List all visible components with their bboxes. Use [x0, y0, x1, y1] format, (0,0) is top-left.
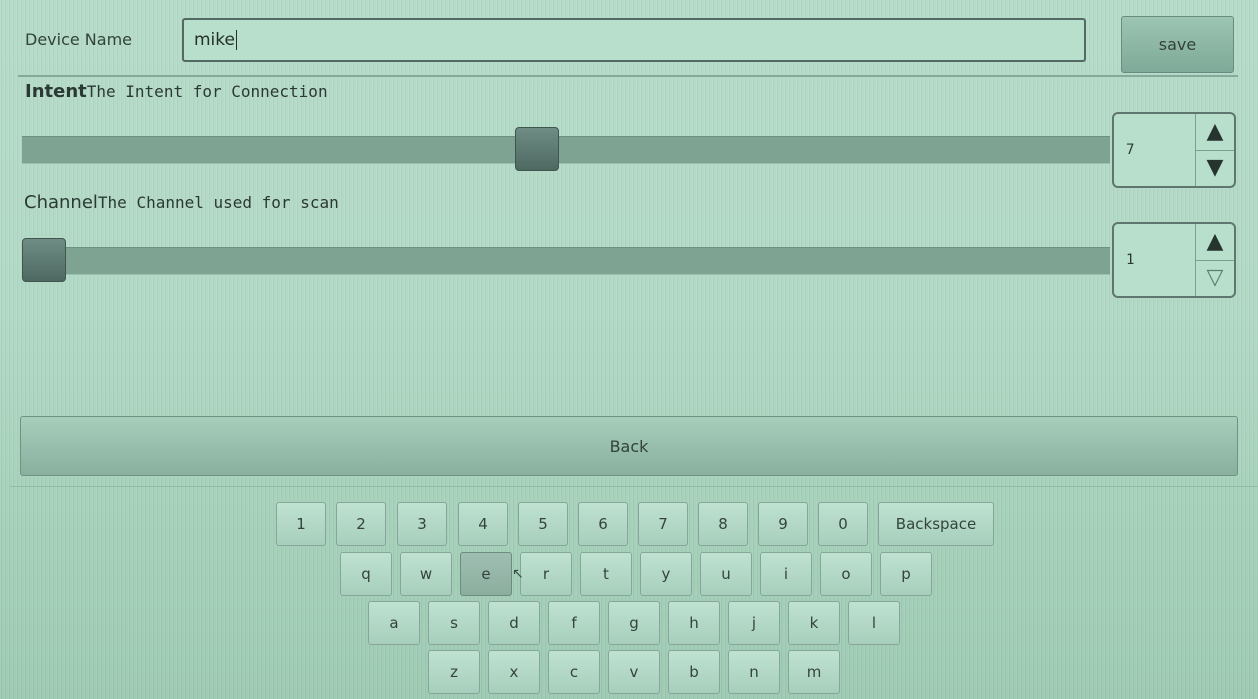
key-w[interactable]: w	[400, 552, 452, 596]
key-h[interactable]: h	[668, 601, 720, 645]
key-5[interactable]: 5	[518, 502, 568, 546]
channel-heading: ChannelThe Channel used for scan	[24, 192, 339, 213]
header-divider	[18, 75, 1238, 77]
intent-title: Intent	[25, 81, 87, 102]
device-name-input[interactable]: mike	[182, 18, 1086, 62]
key-x[interactable]: x	[488, 650, 540, 694]
channel-spinbox-value: 1	[1126, 252, 1135, 268]
key-p[interactable]: p	[880, 552, 932, 596]
intent-heading: IntentThe Intent for Connection	[25, 81, 328, 102]
key-m[interactable]: m	[788, 650, 840, 694]
key-r[interactable]: r	[520, 552, 572, 596]
channel-slider-thumb[interactable]	[22, 238, 66, 282]
key-k[interactable]: k	[788, 601, 840, 645]
channel-description: The Channel used for scan	[97, 193, 339, 212]
pointer-cursor-icon: ↖	[512, 566, 524, 582]
intent-slider-thumb[interactable]	[515, 127, 559, 171]
key-q[interactable]: q	[340, 552, 392, 596]
key-c[interactable]: c	[548, 650, 600, 694]
key-y[interactable]: y	[640, 552, 692, 596]
triangle-up-icon[interactable]: ▲	[1196, 224, 1234, 261]
key-a[interactable]: a	[368, 601, 420, 645]
key-9[interactable]: 9	[758, 502, 808, 546]
key-g[interactable]: g	[608, 601, 660, 645]
channel-spin-buttons: ▲ ▽	[1195, 224, 1234, 296]
keyboard-divider	[10, 486, 1258, 487]
screen: Device Name mike save IntentThe Intent f…	[0, 0, 1258, 699]
key-2[interactable]: 2	[336, 502, 386, 546]
channel-spinbox[interactable]: 1 ▲ ▽	[1112, 222, 1236, 298]
key-6[interactable]: 6	[578, 502, 628, 546]
key-v[interactable]: v	[608, 650, 660, 694]
key-n[interactable]: n	[728, 650, 780, 694]
key-e[interactable]: e	[460, 552, 512, 596]
intent-spin-buttons: ▲ ▼	[1195, 114, 1234, 186]
triangle-down-icon[interactable]: ▼	[1196, 150, 1234, 186]
back-button[interactable]: Back	[20, 416, 1238, 476]
key-d[interactable]: d	[488, 601, 540, 645]
key-1[interactable]: 1	[276, 502, 326, 546]
triangle-down-icon[interactable]: ▽	[1196, 260, 1234, 296]
key-o[interactable]: o	[820, 552, 872, 596]
key-b[interactable]: b	[668, 650, 720, 694]
key-z[interactable]: z	[428, 650, 480, 694]
key-s[interactable]: s	[428, 601, 480, 645]
intent-slider-track[interactable]	[22, 136, 1110, 164]
key-j[interactable]: j	[728, 601, 780, 645]
key-i[interactable]: i	[760, 552, 812, 596]
text-caret	[235, 30, 237, 50]
channel-slider-track[interactable]	[22, 247, 1110, 275]
channel-title: Channel	[24, 192, 98, 213]
key-7[interactable]: 7	[638, 502, 688, 546]
key-l[interactable]: l	[848, 601, 900, 645]
key-3[interactable]: 3	[397, 502, 447, 546]
intent-spinbox[interactable]: 7 ▲ ▼	[1112, 112, 1236, 188]
device-name-label: Device Name	[25, 30, 133, 49]
key-u[interactable]: u	[700, 552, 752, 596]
key-4[interactable]: 4	[458, 502, 508, 546]
device-name-value: mike	[194, 30, 235, 50]
intent-spinbox-value: 7	[1126, 142, 1135, 158]
backspace-key[interactable]: Backspace	[878, 502, 994, 546]
key-8[interactable]: 8	[698, 502, 748, 546]
intent-description: The Intent for Connection	[86, 82, 328, 101]
triangle-up-icon[interactable]: ▲	[1196, 114, 1234, 151]
key-t[interactable]: t	[580, 552, 632, 596]
save-button[interactable]: save	[1121, 16, 1234, 73]
key-0[interactable]: 0	[818, 502, 868, 546]
key-f[interactable]: f	[548, 601, 600, 645]
